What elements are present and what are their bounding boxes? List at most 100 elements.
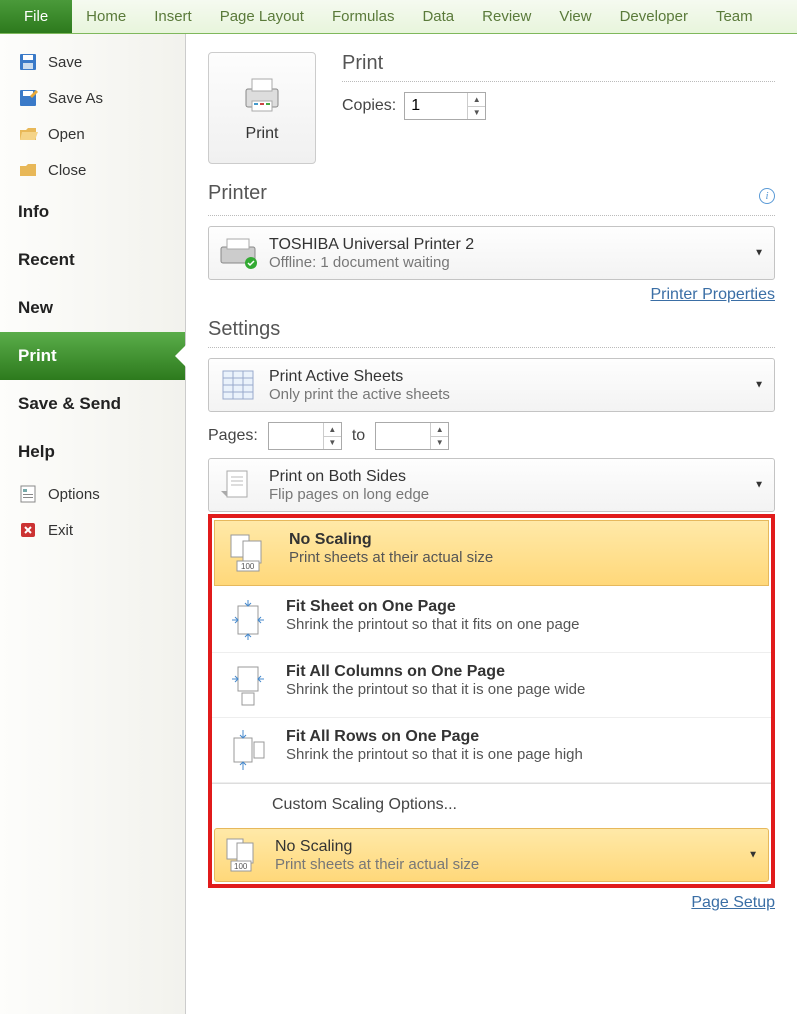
option-title: Fit Sheet on One Page [286,598,580,616]
sidebar-label: Options [48,486,100,503]
copies-spinner[interactable]: ▲▼ [404,92,486,120]
tab-home[interactable]: Home [72,0,140,33]
duplex-desc: Flip pages on long edge [269,486,429,503]
spinner-buttons[interactable]: ▲▼ [430,423,448,449]
scaling-dropdown-current[interactable]: 100 No Scaling Print sheets at their act… [214,828,769,882]
tab-insert[interactable]: Insert [140,0,206,33]
copies-input[interactable] [405,93,467,119]
sidebar-item-info[interactable]: Info [0,188,185,236]
tab-file[interactable]: File [0,0,72,33]
caret-down-icon: ▼ [754,248,764,259]
sidebar-item-open[interactable]: Open [0,116,185,152]
divider [342,81,775,82]
printer-device-icon [217,233,259,273]
fit-sheet-icon [224,598,272,642]
ribbon-tabs: File Home Insert Page Layout Formulas Da… [0,0,797,34]
no-scaling-icon: 100 [223,835,265,875]
print-title: Print [342,52,775,75]
pages-from-input[interactable] [269,423,323,449]
option-title: No Scaling [289,531,493,549]
duplex-icon [217,465,259,505]
sidebar-label: Save [48,54,82,71]
sidebar-label: Exit [48,522,73,539]
pages-label: Pages: [208,427,258,445]
scaling-option-fit-columns[interactable]: Fit All Columns on One Page Shrink the p… [212,653,771,718]
tab-developer[interactable]: Developer [606,0,702,33]
sidebar-item-save[interactable]: Save [0,44,185,80]
tab-formulas[interactable]: Formulas [318,0,409,33]
svg-text:100: 100 [234,862,248,871]
print-what-dropdown[interactable]: Print Active Sheets Only print the activ… [208,358,775,412]
caret-down-icon: ▼ [748,850,758,861]
duplex-title: Print on Both Sides [269,468,429,486]
sidebar-item-save-send[interactable]: Save & Send [0,380,185,428]
sidebar-item-exit[interactable]: Exit [0,512,185,548]
tab-team[interactable]: Team [702,0,767,33]
option-title: Fit All Columns on One Page [286,663,585,681]
sidebar-item-options[interactable]: Options [0,476,185,512]
tab-data[interactable]: Data [408,0,468,33]
printer-dropdown[interactable]: TOSHIBA Universal Printer 2 Offline: 1 d… [208,226,775,280]
spinner-buttons[interactable]: ▲▼ [467,93,485,119]
scaling-option-fit-rows[interactable]: Fit All Rows on One Page Shrink the prin… [212,718,771,783]
pages-from-spinner[interactable]: ▲▼ [268,422,342,450]
page-setup-link[interactable]: Page Setup [691,894,775,911]
duplex-dropdown[interactable]: Print on Both Sides Flip pages on long e… [208,458,775,512]
printer-status: Offline: 1 document waiting [269,254,474,271]
options-icon [18,484,38,504]
sheets-icon [217,365,259,405]
sidebar-item-recent[interactable]: Recent [0,236,185,284]
to-label: to [352,427,365,445]
printer-icon [238,73,286,117]
caret-down-icon: ▼ [754,380,764,391]
divider [208,347,775,348]
divider [208,215,775,216]
sidebar-label: Open [48,126,85,143]
scaling-dropdown-open: 100 No Scaling Print sheets at their act… [208,514,775,888]
tab-page-layout[interactable]: Page Layout [206,0,318,33]
fit-columns-icon [224,663,272,707]
settings-section-title: Settings [208,318,775,341]
option-desc: Shrink the printout so that it fits on o… [286,616,580,633]
sidebar-item-new[interactable]: New [0,284,185,332]
print-what-desc: Only print the active sheets [269,386,450,403]
svg-text:100: 100 [241,562,255,571]
pages-to-spinner[interactable]: ▲▼ [375,422,449,450]
open-icon [18,124,38,144]
option-desc: Shrink the printout so that it is one pa… [286,746,583,763]
copies-label: Copies: [342,97,396,115]
print-panel: Print Print Copies: ▲▼ Printer i [186,34,797,1014]
print-what-title: Print Active Sheets [269,368,450,386]
backstage-sidebar: Save Save As Open Close Info Recent New … [0,34,186,1014]
no-scaling-icon: 100 [227,531,275,575]
save-icon [18,52,38,72]
tab-review[interactable]: Review [468,0,545,33]
sidebar-item-help[interactable]: Help [0,428,185,476]
option-title: Fit All Rows on One Page [286,728,583,746]
scaling-option-no-scaling[interactable]: 100 No Scaling Print sheets at their act… [214,520,769,586]
info-icon[interactable]: i [759,188,775,204]
print-button[interactable]: Print [208,52,316,164]
sidebar-item-close[interactable]: Close [0,152,185,188]
exit-icon [18,520,38,540]
close-folder-icon [18,160,38,180]
sidebar-item-print[interactable]: Print [0,332,185,380]
scaling-option-fit-sheet[interactable]: Fit Sheet on One Page Shrink the printou… [212,588,771,653]
spinner-buttons[interactable]: ▲▼ [323,423,341,449]
sidebar-item-save-as[interactable]: Save As [0,80,185,116]
fit-rows-icon [224,728,272,772]
printer-name: TOSHIBA Universal Printer 2 [269,236,474,254]
scaling-current-desc: Print sheets at their actual size [275,856,479,873]
option-desc: Print sheets at their actual size [289,549,493,566]
sidebar-label: Save As [48,90,103,107]
option-desc: Shrink the printout so that it is one pa… [286,681,585,698]
pages-to-input[interactable] [376,423,430,449]
scaling-custom-options[interactable]: Custom Scaling Options... [212,783,771,826]
printer-section-title: Printer [208,182,267,205]
caret-down-icon: ▼ [754,480,764,491]
scaling-current-title: No Scaling [275,838,479,856]
sidebar-label: Close [48,162,86,179]
tab-view[interactable]: View [545,0,605,33]
save-as-icon [18,88,38,108]
printer-properties-link[interactable]: Printer Properties [651,286,776,303]
